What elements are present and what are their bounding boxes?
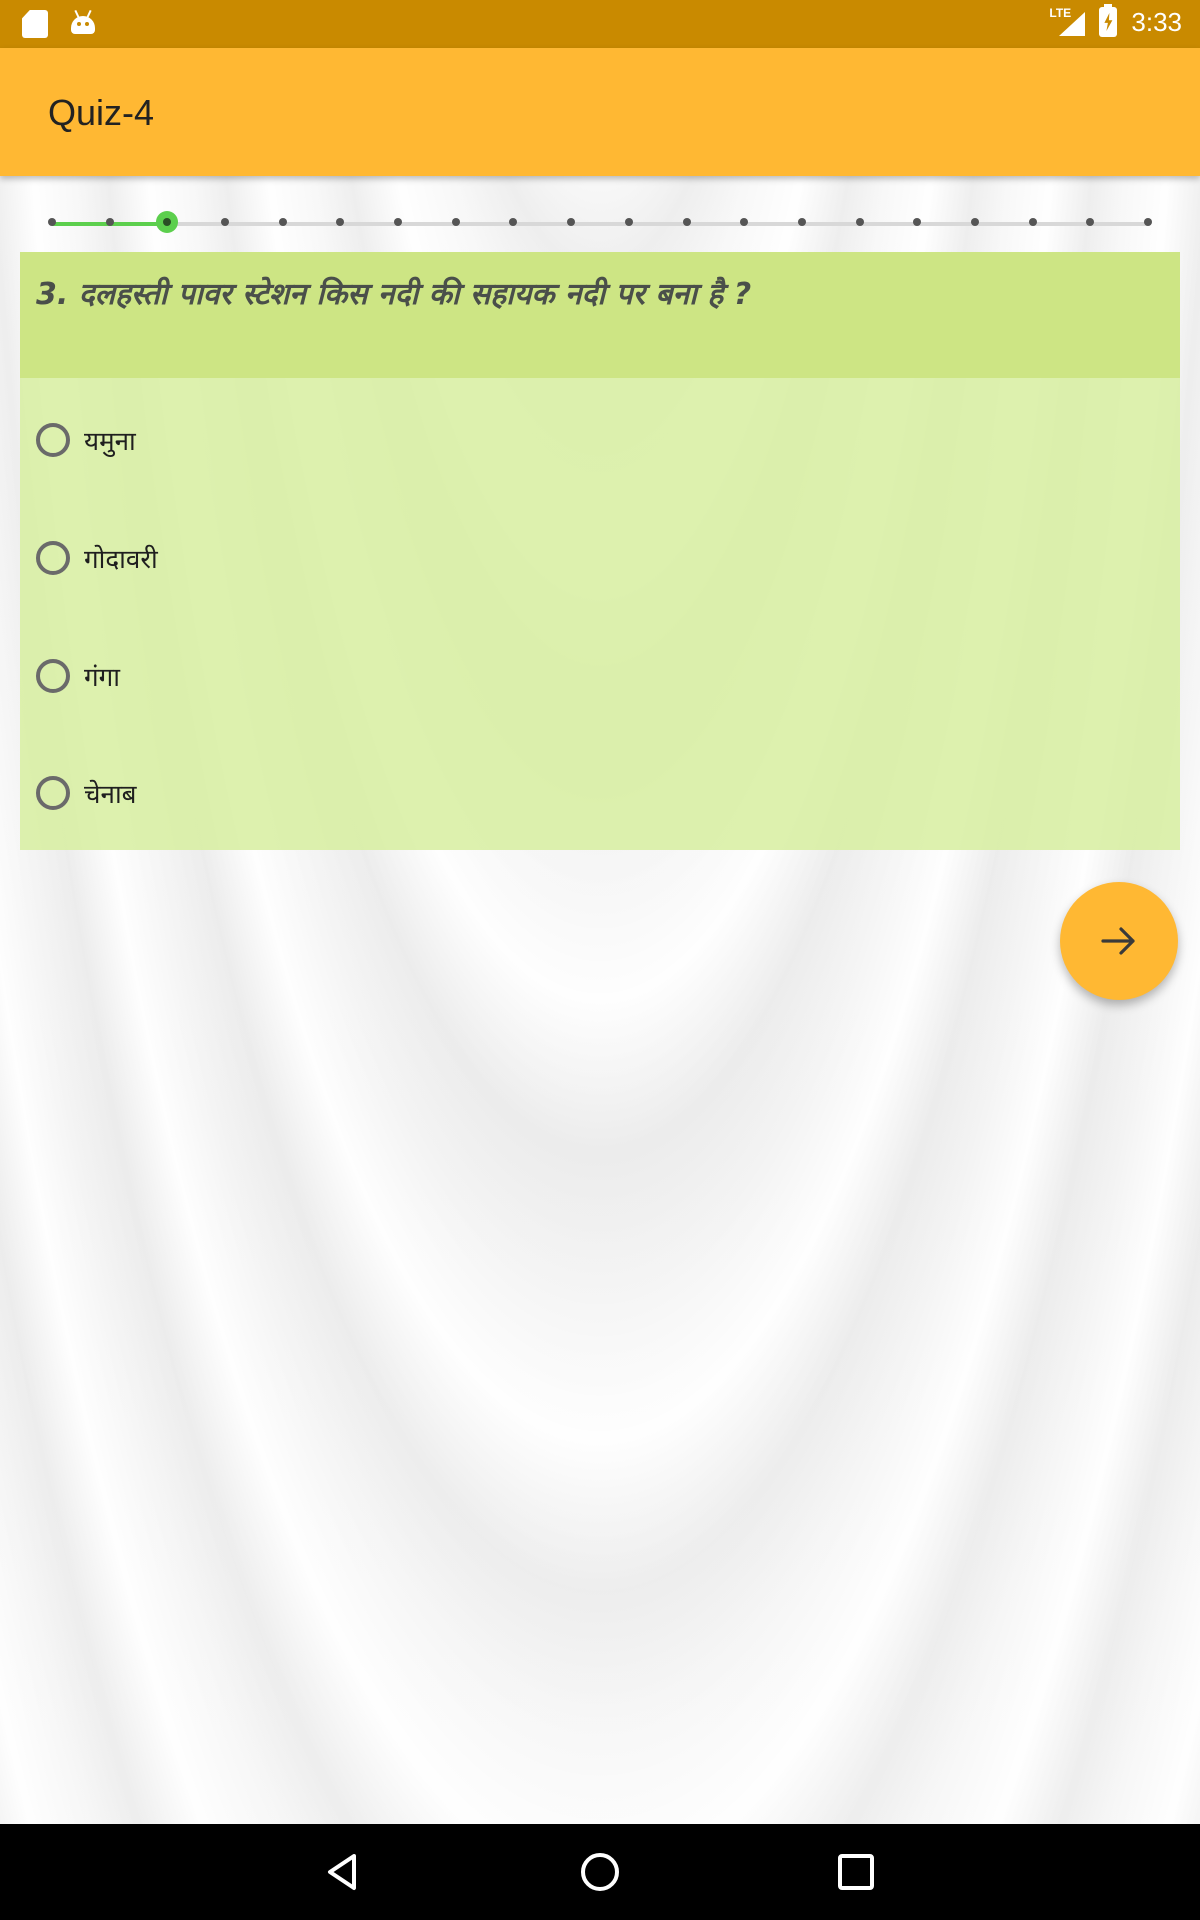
arrow-right-icon <box>1101 927 1135 955</box>
option-1[interactable]: यमुना <box>36 410 136 470</box>
battery-charging-icon <box>1099 4 1118 37</box>
progress-step <box>797 218 806 226</box>
next-question-button[interactable] <box>1060 882 1178 1000</box>
signal-icon: LTE <box>1049 6 1086 38</box>
recents-icon <box>838 1854 874 1890</box>
question-text: 3. दलहस्ती पावर स्टेशन किस नदी की सहायक … <box>36 277 752 312</box>
option-3[interactable]: गंगा <box>36 646 120 706</box>
progress-step <box>855 218 864 226</box>
option-label: चेनाब <box>84 780 137 810</box>
recents-button[interactable] <box>832 1848 880 1896</box>
progress-track <box>52 222 1148 226</box>
status-bar: LTE 3:33 <box>0 0 1200 48</box>
back-icon <box>328 1854 356 1890</box>
progress-step <box>1028 218 1037 226</box>
sd-card-icon <box>22 10 48 38</box>
progress-step <box>48 218 56 226</box>
progress-step <box>970 218 979 226</box>
page-title: Quiz-4 <box>48 92 155 133</box>
option-2[interactable]: गोदावरी <box>36 528 158 588</box>
back-button[interactable] <box>320 1848 368 1896</box>
progress-step <box>451 218 460 226</box>
progress-step <box>105 218 114 226</box>
radio-button[interactable] <box>36 423 70 457</box>
progress-step <box>682 218 691 226</box>
home-icon <box>581 1853 619 1891</box>
radio-button[interactable] <box>36 776 70 810</box>
radio-button[interactable] <box>36 659 70 693</box>
home-button[interactable] <box>576 1848 624 1896</box>
question-progress-stepper <box>48 211 1152 233</box>
option-label: यमुना <box>84 427 136 457</box>
question-card-header: 3. दलहस्ती पावर स्टेशन किस नदी की सहायक … <box>20 252 1180 378</box>
status-time: 3:33 <box>1131 6 1182 37</box>
progress-step <box>221 218 230 226</box>
android-icon <box>70 9 96 36</box>
app-bar: Quiz-4 <box>0 48 1200 176</box>
option-label: गंगा <box>84 663 121 693</box>
progress-step <box>624 218 633 226</box>
radio-button[interactable] <box>36 541 70 575</box>
progress-step <box>278 218 287 226</box>
option-4[interactable]: चेनाब <box>36 763 137 823</box>
answer-options: यमुना गोदावरी गंगा चेनाब <box>20 378 1180 850</box>
system-navigation-bar <box>0 1824 1200 1920</box>
option-label: गोदावरी <box>84 545 158 575</box>
progress-step <box>1144 218 1152 226</box>
